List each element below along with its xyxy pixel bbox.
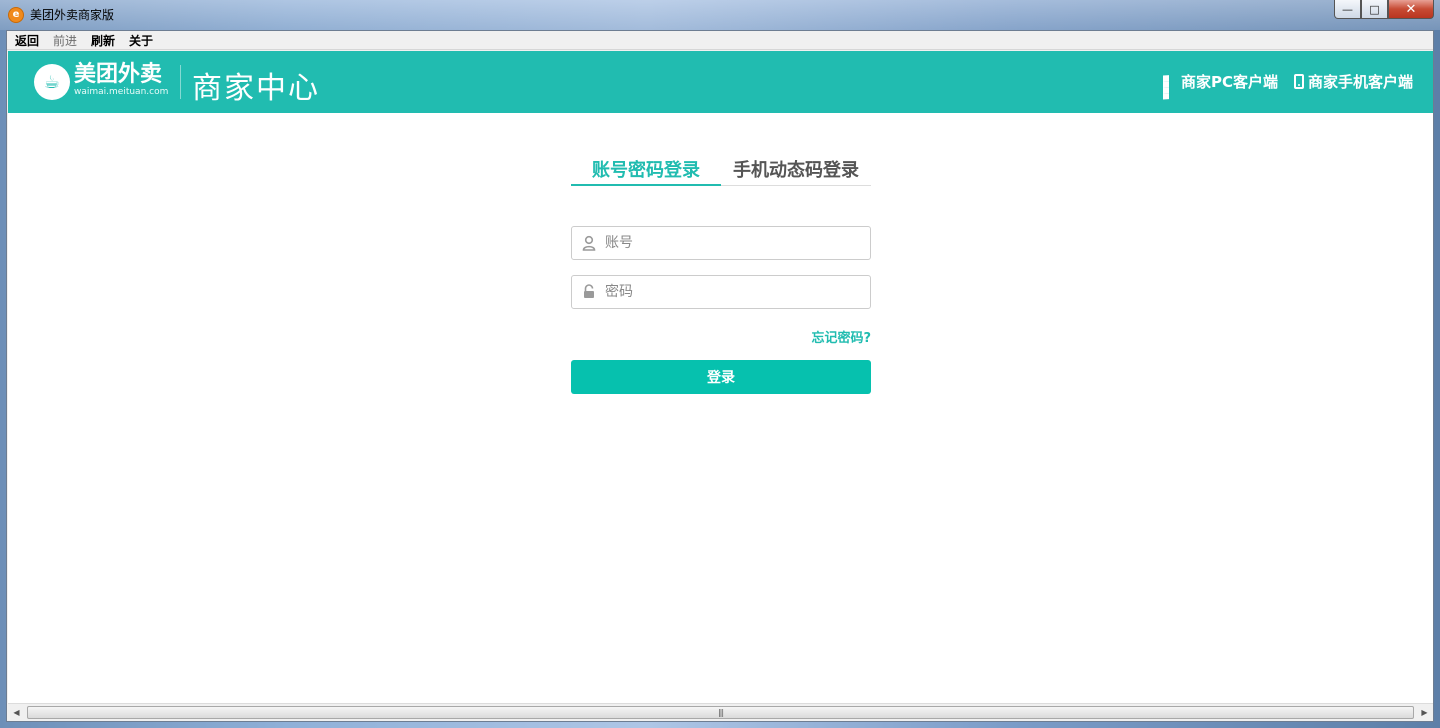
menu-bar: 返回 前进 刷新 关于 <box>7 31 1433 50</box>
horizontal-scrollbar[interactable]: ◀ ||| ▶ <box>8 703 1433 720</box>
mobile-client-link[interactable]: 商家手机客户端 <box>1293 71 1413 92</box>
tab-sms-code[interactable]: 手机动态码登录 <box>721 151 871 185</box>
minimize-button[interactable]: — <box>1334 0 1361 19</box>
menu-back[interactable]: 返回 <box>15 32 39 49</box>
close-button[interactable]: ✕ <box>1388 0 1434 19</box>
page-title: 商家中心 <box>192 71 320 106</box>
tab-account-password[interactable]: 账号密码登录 <box>571 151 721 186</box>
app-logo-icon: e <box>8 7 24 23</box>
client-links: 商家PC客户端 商家手机客户端 <box>1147 71 1413 99</box>
windows-icon <box>1162 74 1177 99</box>
window-controls: — □ ✕ <box>1334 0 1434 20</box>
scroll-right-icon[interactable]: ▶ <box>1416 704 1433 721</box>
menu-about[interactable]: 关于 <box>129 32 153 49</box>
maximize-button[interactable]: □ <box>1361 0 1388 19</box>
pc-client-link[interactable]: 商家PC客户端 <box>1162 71 1278 99</box>
meituan-logo-icon: ☕ <box>34 64 70 100</box>
login-tabs: 账号密码登录 手机动态码登录 <box>571 151 871 186</box>
site-header: ☕ 美团外卖 waimai.meituan.com 商家中心 商家PC客户端 商… <box>8 51 1433 113</box>
scroll-grip-icon: ||| <box>717 707 724 717</box>
user-icon <box>582 235 596 251</box>
password-field <box>571 275 871 309</box>
phone-icon <box>1293 74 1304 89</box>
menu-refresh[interactable]: 刷新 <box>91 32 115 49</box>
web-content: ☕ 美团外卖 waimai.meituan.com 商家中心 商家PC客户端 商… <box>8 51 1433 703</box>
account-field <box>571 226 871 260</box>
menu-forward[interactable]: 前进 <box>53 32 77 49</box>
lock-icon <box>584 284 594 298</box>
forgot-password-link[interactable]: 忘记密码? <box>571 327 871 346</box>
mobile-client-label: 商家手机客户端 <box>1307 73 1413 91</box>
scroll-track[interactable]: ||| <box>25 705 1416 720</box>
login-button[interactable]: 登录 <box>571 360 871 394</box>
header-divider <box>180 65 181 99</box>
brand-name: 美团外卖 <box>74 62 163 87</box>
window-frame: 返回 前进 刷新 关于 ☕ 美团外卖 waimai.meituan.com 商家… <box>6 30 1434 722</box>
account-input[interactable] <box>572 227 870 259</box>
brand-domain: waimai.meituan.com <box>74 87 169 97</box>
brand: 美团外卖 waimai.meituan.com <box>74 63 168 98</box>
pc-client-label: 商家PC客户端 <box>1180 73 1278 91</box>
login-panel: 账号密码登录 手机动态码登录 忘记密码? 登录 <box>571 151 871 394</box>
scroll-thumb[interactable]: ||| <box>27 705 1414 719</box>
password-input[interactable] <box>572 276 870 308</box>
window-title: 美团外卖商家版 <box>30 8 115 22</box>
window-titlebar: e 美团外卖商家版 — □ ✕ <box>0 0 1440 30</box>
scroll-left-icon[interactable]: ◀ <box>8 704 25 721</box>
